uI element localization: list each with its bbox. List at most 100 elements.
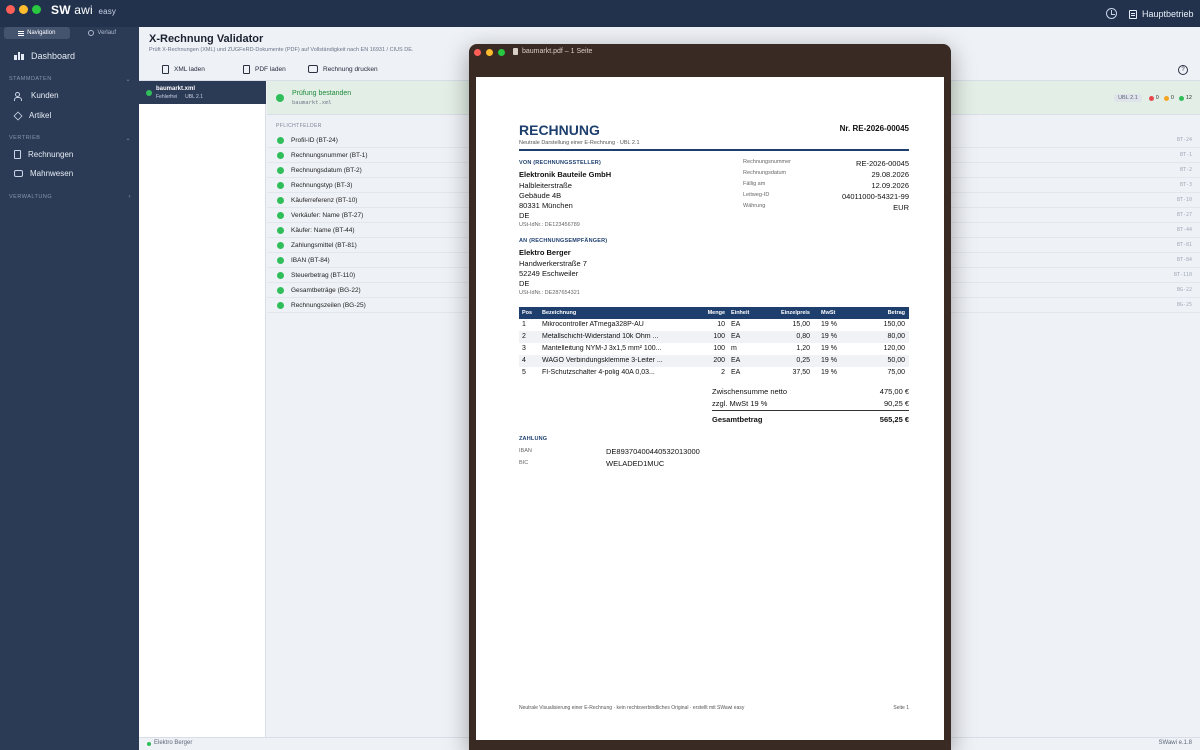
zoom-window-button[interactable] (32, 5, 41, 14)
payment-header: ZAHLUNG (519, 436, 548, 442)
check-label: IBAN (BT-84) (291, 256, 330, 264)
zoom-pdf-button[interactable] (498, 49, 505, 56)
sidebar-item-label: Mahnwesen (30, 169, 74, 178)
cell-description: Mikrocontroller ATmega328P-AU (542, 321, 644, 328)
page-title: X-Rechnung Validator (149, 33, 264, 45)
cell-amount: 50,00 (887, 357, 905, 364)
seller-city: 80331 München (519, 201, 573, 210)
check-passed-icon (277, 166, 284, 174)
col-header-description: Bezeichnung (542, 310, 577, 316)
meta-key: Rechnungsnummer (743, 159, 791, 165)
vat-total-value: 90,25 € (883, 399, 909, 408)
check-passed-icon (277, 136, 284, 144)
buyer-street: Handwerkerstraße 7 (519, 259, 587, 268)
cell-unit: EA (731, 321, 741, 328)
segment-verlauf[interactable]: Verlauf (70, 27, 136, 39)
minimize-pdf-button[interactable] (486, 49, 493, 56)
check-label: Käuferreferenz (BT-10) (291, 196, 358, 204)
table-row: 3 Mantelleitung NYM-J 3x1,5 mm² 100... 100… (519, 343, 909, 355)
box-icon (13, 110, 23, 121)
check-code: BT-27 (1176, 212, 1192, 218)
cell-quantity: 10 (717, 321, 725, 328)
net-total-value: 475,00 € (879, 387, 909, 396)
invoice-title: RECHNUNG (519, 122, 600, 138)
load-xml-button[interactable]: XML laden (162, 65, 205, 74)
cell-amount: 80,00 (887, 333, 905, 340)
file-meta: Fehlerfrei UBL 2.1 (156, 94, 203, 100)
cell-unit-price: 0,80 (796, 333, 810, 340)
sidebar-item-mahnwesen[interactable]: Mahnwesen (14, 169, 73, 178)
check-code: BT-110 (1173, 272, 1192, 278)
document-icon (14, 150, 21, 159)
meta-value: 04011000-54321-99 (841, 192, 909, 201)
count-value: 12 (1185, 95, 1192, 101)
table-row: 4 WAGO Verbindungsklemme 3-Leiter ... 200 E… (519, 355, 909, 367)
cell-quantity: 2 (721, 369, 725, 376)
footer-note: Neutrale Visualisierung einer E-Rechnung… (519, 705, 745, 711)
close-pdf-button[interactable] (474, 49, 481, 56)
col-header-unit-price: Einzelpreis (780, 310, 810, 316)
bic-label: BIC (519, 460, 529, 466)
pdf-window-title: baumarkt.pdf – 1 Seite (513, 48, 592, 55)
sidebar-item-dashboard[interactable]: Dashboard (14, 51, 75, 61)
check-label: Rechnungszeilen (BG-25) (291, 301, 366, 309)
cell-description: Metallschicht-Widerstand 10k Ohm ... (542, 333, 659, 340)
cell-quantity: 200 (713, 357, 725, 364)
check-label: Zahlungsmittel (BT-81) (291, 241, 357, 249)
brand-part: awi (74, 3, 93, 17)
check-code: BT-44 (1176, 227, 1192, 233)
cell-pos: 5 (522, 369, 526, 376)
section-verwaltung[interactable]: VERWALTUNG › (9, 194, 131, 200)
status-company: Elektro Berger (154, 740, 193, 746)
table-row: 2 Metallschicht-Widerstand 10k Ohm ... 100… (519, 331, 909, 343)
check-code: BT-84 (1176, 257, 1192, 263)
help-icon[interactable]: ? (1178, 65, 1188, 75)
check-label: Gesamtbeträge (BG-22) (291, 286, 361, 294)
pdf-window-titlebar: baumarkt.pdf – 1 Seite (469, 44, 951, 62)
section-vertrieb[interactable]: VERTRIEB ⌄ (9, 135, 131, 142)
check-code: BG-25 (1176, 302, 1192, 308)
cell-vat: 19 % (821, 345, 837, 352)
check-label: Profil-ID (BT-24) (291, 136, 338, 144)
check-label: Rechnungstyp (BT-3) (291, 181, 353, 189)
check-section-title: PFLICHTFELDER (276, 123, 322, 129)
button-label: Rechnung drucken (323, 65, 378, 73)
grand-total-value: 565,25 € (879, 415, 909, 424)
bic-value: WELADED1MUC (606, 459, 665, 468)
buyer-vat-id: USt-IdNr.: DE287654321 (519, 290, 580, 296)
buyer-header: AN (RECHNUNGSEMPFÄNGER) (519, 238, 608, 244)
section-title: STAMMDATEN (9, 76, 52, 82)
seller-building: Gebäude 4B (519, 191, 562, 200)
history-clock-icon[interactable] (1106, 8, 1117, 19)
file-list-item[interactable]: baumarkt.xml Fehlerfrei UBL 2.1 (139, 81, 266, 104)
sidebar-item-kunden[interactable]: Kunden (14, 91, 59, 101)
segment-label: Verlauf (97, 30, 117, 36)
cell-quantity: 100 (713, 345, 725, 352)
cell-unit-price: 1,20 (796, 345, 810, 352)
app-brand: SW awi easy (51, 3, 116, 17)
section-stammdaten[interactable]: STAMMDATEN ⌄ (9, 76, 131, 83)
totals-rule (712, 410, 909, 411)
load-pdf-button[interactable]: PDF laden (243, 65, 286, 74)
sidebar-item-artikel[interactable]: Artikel (13, 110, 51, 121)
segment-navigation[interactable]: Navigation (4, 27, 70, 39)
sidebar-item-rechnungen[interactable]: Rechnungen (14, 150, 73, 159)
segment-label: Navigation (27, 30, 56, 36)
sidebar-item-label: Kunden (31, 91, 59, 100)
cell-pos: 2 (522, 333, 526, 340)
print-invoice-button[interactable]: Rechnung drucken (308, 65, 378, 73)
page-subtitle: Prüft X-Rechnungen (XML) und ZUGFeRD-Dok… (149, 47, 414, 53)
count-value: 0 (1155, 95, 1159, 101)
table-header: Pos Bezeichnung Menge Einheit Einzelprei… (519, 307, 909, 319)
sidebar-segmented-control: Navigation Verlauf (4, 27, 135, 39)
cell-unit: m (731, 345, 737, 352)
check-code: BT-24 (1176, 137, 1192, 143)
brand-edition: easy (98, 7, 117, 16)
pdf-window-title-text: baumarkt.pdf – 1 Seite (522, 48, 593, 55)
meta-key: Leitweg-ID (743, 192, 770, 198)
minimize-window-button[interactable] (19, 5, 28, 14)
close-window-button[interactable] (6, 5, 15, 14)
pdf-file-icon (243, 65, 250, 74)
check-passed-icon (277, 271, 284, 279)
site-switcher[interactable]: Hauptbetrieb (1129, 7, 1194, 21)
